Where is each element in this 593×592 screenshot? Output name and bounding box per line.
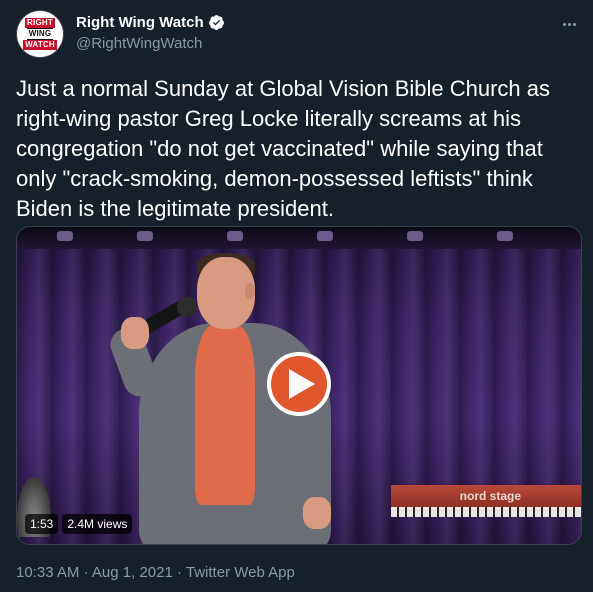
video-player[interactable]: nord stage 1:53 2.4M views	[16, 226, 582, 545]
meta-separator-2: ·	[176, 564, 182, 581]
tweet-date[interactable]: Aug 1, 2021	[92, 564, 173, 581]
avatar[interactable]: RIGHT WING WATCH	[16, 10, 64, 58]
author-name-row: Right Wing Watch	[76, 14, 225, 31]
video-views: 2.4M views	[62, 514, 133, 534]
video-badges: 1:53 2.4M views	[25, 514, 133, 534]
tweet-meta: 10:33 AM · Aug 1, 2021 · Twitter Web App	[16, 564, 295, 581]
video-duration: 1:53	[25, 514, 59, 534]
play-icon[interactable]	[267, 352, 331, 416]
keyboard-brand-text: nord stage	[459, 489, 521, 503]
tweet-text: Just a normal Sunday at Global Vision Bi…	[16, 76, 550, 221]
display-name[interactable]: Right Wing Watch	[76, 14, 204, 31]
logo-line-1: RIGHT	[25, 18, 55, 28]
tweet-source[interactable]: Twitter Web App	[186, 564, 295, 581]
logo-line-3: WATCH	[23, 40, 57, 50]
handle[interactable]: @RightWingWatch	[76, 35, 202, 52]
tweet-card: RIGHT WING WATCH Right Wing Watch @Right…	[0, 0, 593, 592]
tweet-time[interactable]: 10:33 AM	[16, 564, 79, 581]
meta-separator: ·	[83, 564, 89, 581]
logo-line-2: WING	[26, 28, 54, 40]
verified-badge-icon	[208, 15, 224, 30]
more-options-icon[interactable]	[559, 14, 579, 34]
